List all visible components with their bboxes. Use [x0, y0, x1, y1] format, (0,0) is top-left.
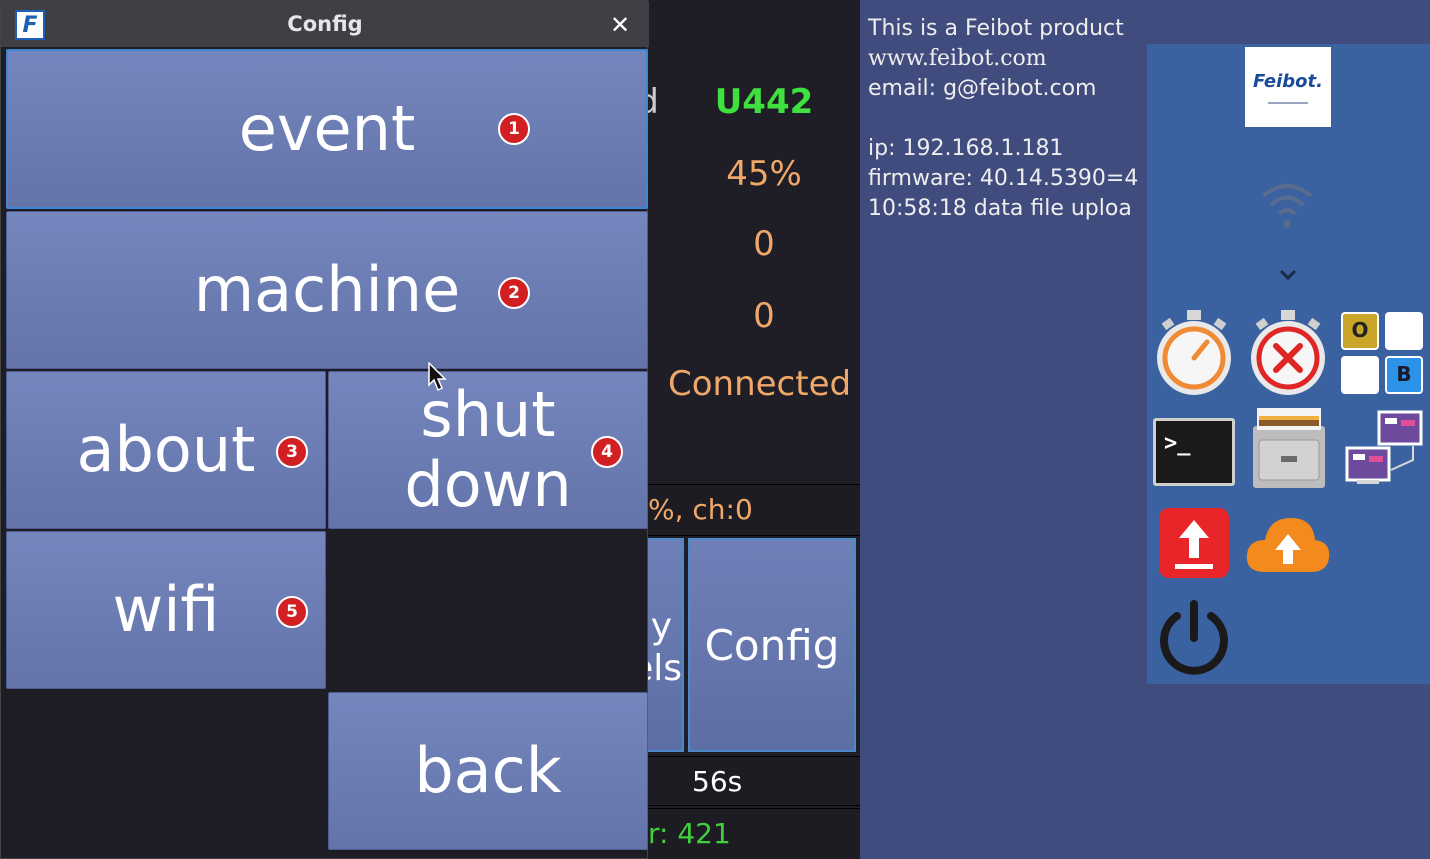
terminal-icon[interactable]: >_	[1153, 418, 1235, 486]
counter-text: r: 421	[648, 817, 731, 850]
device-info: This is a Feibot product www.feibot.com em…	[868, 14, 1138, 224]
config-window: F Config ✕ event machine about shut down…	[0, 0, 649, 859]
file-cabinet-icon[interactable]	[1249, 406, 1329, 490]
feibot-logo: Feibot.	[1245, 47, 1331, 127]
timer-bar: 56s	[648, 756, 860, 806]
info-line-firmware: firmware: 40.14.5390=4	[868, 166, 1139, 191]
wifi-button-label: wifi	[112, 573, 220, 646]
channel-bar: %, ch:0	[648, 484, 860, 536]
power-icon[interactable]	[1157, 598, 1231, 676]
timer-text: 56s	[692, 765, 743, 798]
annotation-badge-1: 1	[498, 113, 530, 145]
back-button-label: back	[414, 734, 562, 807]
info-line-product: This is a Feibot product	[868, 16, 1124, 41]
background-app: d U442 45% 0 0 Connected %, ch:0 y els C…	[631, 0, 860, 859]
keyboard-keys-icon[interactable]: O B	[1341, 312, 1427, 396]
channel-text: %, ch:0	[648, 493, 753, 526]
count-a-value: 0	[753, 224, 775, 264]
shutdown-button-label-line2: down	[404, 448, 572, 521]
annotation-badge-5: 5	[276, 596, 308, 628]
network-icon[interactable]	[1343, 408, 1427, 492]
chevron-down-icon[interactable]	[1278, 268, 1298, 282]
config-button[interactable]: Config	[688, 538, 856, 752]
connection-status: Connected	[668, 364, 852, 404]
wifi-icon[interactable]	[1259, 178, 1315, 234]
info-line-ip: ip: 192.168.1.181	[868, 136, 1064, 161]
app-dock: Feibot. O B >_	[1147, 44, 1430, 684]
info-line-upload: 10:58:18 data file uploa	[868, 196, 1132, 221]
window-titlebar[interactable]: F Config ✕	[1, 1, 649, 47]
close-icon[interactable]: ✕	[605, 10, 635, 40]
count-b-value: 0	[753, 296, 775, 336]
info-line-email: email: g@feibot.com	[868, 76, 1097, 101]
percent-value: 45%	[726, 154, 802, 194]
info-line-blank	[868, 104, 1138, 134]
about-button-label: about	[76, 413, 256, 486]
info-line-website: www.feibot.com	[868, 46, 1047, 71]
back-button[interactable]: back	[328, 692, 648, 850]
partial-button[interactable]: y els	[631, 538, 684, 752]
window-title: Config	[287, 12, 363, 36]
event-button-label: event	[238, 92, 416, 165]
machine-button[interactable]: machine	[6, 211, 648, 369]
annotation-badge-3: 3	[276, 436, 308, 468]
upload-icon[interactable]	[1157, 506, 1231, 580]
machine-button-label: machine	[193, 253, 461, 326]
cloud-upload-icon[interactable]	[1243, 510, 1333, 576]
stopwatch-cancel-icon[interactable]	[1247, 306, 1329, 398]
device-id: U442	[714, 82, 814, 122]
counter-bar: r: 421	[648, 808, 860, 859]
event-button[interactable]: event	[6, 49, 648, 209]
annotation-badge-4: 4	[591, 436, 623, 468]
annotation-badge-2: 2	[498, 277, 530, 309]
stopwatch-icon[interactable]	[1153, 306, 1235, 398]
mouse-cursor-icon	[428, 362, 447, 392]
